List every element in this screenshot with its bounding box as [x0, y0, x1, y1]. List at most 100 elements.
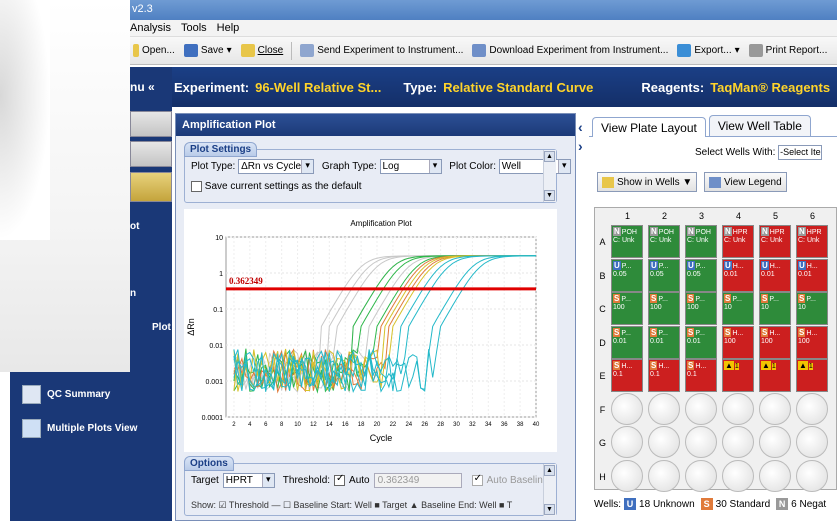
show-in-wells-button[interactable]: Show in Wells ▼: [597, 172, 698, 192]
plate-well-empty[interactable]: [685, 426, 717, 458]
plate-well[interactable]: ▲ 1: [796, 359, 828, 392]
plate-well[interactable]: ▲ 1: [759, 359, 791, 392]
well-task-badge: S: [613, 327, 621, 337]
close-button[interactable]: Close: [238, 44, 287, 57]
nav-button-1[interactable]: [130, 111, 172, 137]
plate-well[interactable]: S P... 100: [648, 292, 680, 325]
plate-col-header[interactable]: 3: [685, 211, 718, 223]
print-report-button[interactable]: Print Report...: [746, 44, 831, 57]
plate-row-header[interactable]: A: [597, 237, 608, 247]
plate-well-empty[interactable]: [796, 459, 828, 492]
plate-well[interactable]: N HPR C: Unk: [796, 225, 828, 258]
plate-col-header[interactable]: 2: [648, 211, 681, 223]
plate-row-header[interactable]: G: [597, 438, 608, 448]
menu-analysis[interactable]: Analysis: [130, 22, 171, 36]
nav-multiple-plots[interactable]: Multiple Plots View: [22, 419, 137, 438]
plate-col-header[interactable]: 4: [722, 211, 755, 223]
plate-col-header[interactable]: 5: [759, 211, 792, 223]
select-wells-dropdown[interactable]: -Select Iten: [778, 145, 823, 160]
plate-well[interactable]: U H... 0.01: [722, 258, 754, 292]
export-button[interactable]: Export... ▾: [674, 44, 742, 57]
plate-well[interactable]: S H... 100: [759, 325, 791, 359]
plate-well[interactable]: S H... 0.1: [648, 359, 680, 392]
auto-baseline-checkbox[interactable]: [471, 475, 483, 486]
nav-button-2[interactable]: [130, 141, 172, 167]
plate-well[interactable]: U P... 0.05: [611, 258, 643, 292]
auto-threshold-checkbox[interactable]: [334, 475, 346, 486]
plate-well-empty[interactable]: [648, 426, 680, 458]
plate-well-empty[interactable]: [796, 392, 828, 425]
plate-well[interactable]: S P... 10: [796, 292, 828, 325]
tab-view-well-table[interactable]: View Well Table: [708, 115, 811, 136]
menu-help[interactable]: Help: [217, 22, 240, 36]
plate-row-header[interactable]: B: [597, 271, 608, 281]
plate-row-header[interactable]: C: [597, 304, 608, 314]
threshold-input[interactable]: 0.362349: [373, 473, 462, 488]
plate-row-header[interactable]: E: [597, 371, 608, 381]
plate-well-empty[interactable]: [759, 426, 791, 458]
open-button[interactable]: Open...: [130, 44, 178, 57]
plate-well[interactable]: U P... 0.05: [685, 258, 717, 292]
send-experiment-button[interactable]: Send Experiment to Instrument...: [297, 44, 466, 57]
settings-scrollbar[interactable]: ▲ ▼: [543, 150, 556, 202]
plate-well-empty[interactable]: [611, 426, 643, 458]
plate-row-header[interactable]: F: [597, 405, 608, 415]
plate-well[interactable]: S H... 0.1: [611, 359, 643, 392]
nav-menu-toggle[interactable]: nu «: [130, 67, 172, 107]
plate-well[interactable]: N HPR C: Unk: [722, 225, 754, 258]
save-button[interactable]: Save ▾: [181, 44, 235, 57]
nav-button-selected[interactable]: [130, 172, 172, 202]
plate-well-empty[interactable]: [611, 392, 643, 425]
plate-well[interactable]: N POH C: Unk: [611, 225, 643, 258]
nav-item-n[interactable]: n: [130, 288, 136, 299]
options-tab[interactable]: Options: [184, 456, 234, 471]
plot-settings-tab[interactable]: Plot Settings: [184, 142, 258, 157]
plate-well[interactable]: N HPR C: Unk: [759, 225, 791, 258]
view-legend-button[interactable]: View Legend: [704, 172, 787, 192]
plot-color-select[interactable]: Well: [498, 159, 571, 174]
plate-row-header[interactable]: D: [597, 338, 608, 348]
plate-well[interactable]: ▲ 1: [722, 359, 754, 392]
plate-well-empty[interactable]: [759, 392, 791, 425]
target-select[interactable]: HPRT: [222, 473, 275, 488]
plate-well[interactable]: S H... 0.1: [685, 359, 717, 392]
nav-item-ot[interactable]: ot: [130, 221, 139, 232]
plate-well[interactable]: U H... 0.01: [796, 258, 828, 292]
plot-type-select[interactable]: ΔRn vs Cycle: [238, 159, 315, 174]
plate-well[interactable]: S H... 100: [722, 325, 754, 359]
nav-item-plot[interactable]: Plot: [152, 322, 171, 333]
plate-well-empty[interactable]: [796, 426, 828, 458]
menu-tools[interactable]: Tools: [181, 22, 207, 36]
plate-well-empty[interactable]: [611, 459, 643, 492]
plate-well-empty[interactable]: [722, 459, 754, 492]
plate-well[interactable]: U P... 0.05: [648, 258, 680, 292]
plate-well[interactable]: U H... 0.01: [759, 258, 791, 292]
plate-well[interactable]: S H... 100: [796, 325, 828, 359]
plate-well-empty[interactable]: [685, 459, 717, 492]
plate-well-empty[interactable]: [759, 459, 791, 492]
plate-well-empty[interactable]: [722, 426, 754, 458]
plate-well[interactable]: S P... 0.01: [685, 325, 717, 359]
plate-well[interactable]: S P... 0.01: [648, 325, 680, 359]
plate-well[interactable]: S P... 0.01: [611, 325, 643, 359]
plate-well-empty[interactable]: [648, 459, 680, 492]
plate-well[interactable]: S P... 10: [759, 292, 791, 325]
plate-row-header[interactable]: H: [597, 472, 608, 482]
well-quantity: 100: [613, 304, 625, 311]
save-default-checkbox[interactable]: [191, 181, 202, 192]
plate-well-empty[interactable]: [722, 392, 754, 425]
plate-well[interactable]: S P... 10: [722, 292, 754, 325]
download-experiment-button[interactable]: Download Experiment from Instrument...: [469, 44, 671, 57]
plate-well[interactable]: S P... 100: [685, 292, 717, 325]
graph-type-select[interactable]: Log: [379, 159, 442, 174]
nav-qc-summary[interactable]: QC Summary: [22, 385, 110, 404]
plate-well-empty[interactable]: [648, 392, 680, 425]
plate-well[interactable]: S P... 100: [611, 292, 643, 325]
options-scrollbar[interactable]: ▲ ▼: [543, 464, 556, 516]
plate-col-header[interactable]: 6: [796, 211, 829, 223]
plate-col-header[interactable]: 1: [611, 211, 644, 223]
plate-well[interactable]: N POH C: Unk: [648, 225, 680, 258]
plate-well[interactable]: N POH C: Unk: [685, 225, 717, 258]
tab-view-plate-layout[interactable]: View Plate Layout: [592, 117, 706, 137]
plate-well-empty[interactable]: [685, 392, 717, 425]
